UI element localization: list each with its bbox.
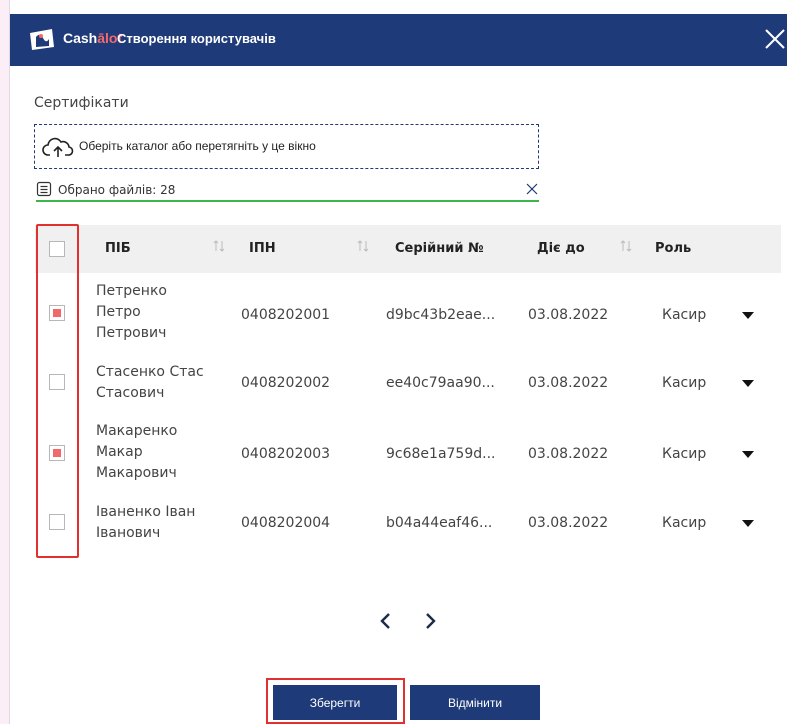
selected-files-bar: Обрано файлів: 28 — [36, 181, 539, 202]
dropzone-text: Оберіть каталог або перетягніть у це вік… — [79, 139, 316, 153]
row-checkbox[interactable] — [49, 374, 65, 390]
row-ipn: 0408202002 — [241, 375, 331, 391]
dialog-title: Створення користувачів — [117, 31, 276, 46]
create-users-dialog: Cashālot Створення користувачів Сертифік… — [9, 0, 787, 724]
column-header-name: ПІБ — [105, 241, 131, 256]
role-dropdown-arrow-icon[interactable] — [742, 520, 754, 527]
row-valid-until: 03.08.2022 — [528, 446, 609, 462]
certificates-dropzone[interactable]: Оберіть каталог або перетягніть у це вік… — [34, 124, 539, 169]
name-line: Петро — [96, 304, 141, 320]
column-header-role: Роль — [655, 241, 692, 256]
clear-files-icon[interactable] — [526, 183, 538, 195]
row-serial: 9c68e1a759d... — [386, 446, 496, 462]
dialog-titlebar: Cashālot Створення користувачів — [10, 14, 787, 66]
name-line: Макаренко — [96, 423, 178, 439]
row-name: Стасенко Стас Стасович — [96, 362, 204, 404]
row-checkbox[interactable] — [49, 305, 65, 321]
previous-page-icon[interactable] — [377, 611, 395, 631]
cloud-upload-icon — [42, 137, 74, 157]
save-button[interactable]: Зберегти — [273, 685, 397, 720]
files-count-text: Обрано файлів: 28 — [58, 183, 176, 197]
name-line: Іванович — [96, 525, 161, 541]
row-serial: ee40c79aa90... — [386, 375, 495, 391]
cashalot-logo-icon — [30, 29, 54, 50]
row-serial: d9bc43b2eae... — [386, 307, 496, 323]
name-line: Стасович — [96, 385, 165, 401]
row-checkbox[interactable] — [49, 514, 65, 530]
row-role[interactable]: Касир — [662, 513, 706, 534]
name-line: Петренко — [96, 283, 167, 299]
sort-name-icon[interactable] — [213, 239, 225, 253]
row-role[interactable]: Касир — [662, 373, 706, 394]
row-ipn: 0408202003 — [241, 446, 331, 462]
column-header-ipn: ІПН — [249, 241, 276, 256]
row-serial: b04a44eaf46... — [386, 515, 493, 531]
brand-name-part1: Cash — [63, 30, 98, 46]
row-role[interactable]: Касир — [662, 444, 706, 465]
cancel-button[interactable]: Відмінити — [410, 685, 540, 720]
row-name: Петренко Петро Петрович — [96, 281, 167, 344]
name-line: Стасенко Стас — [96, 364, 204, 380]
users-table-header: ПІБ ІПН Серійний № Діє до Роль — [35, 225, 781, 273]
row-name: Іваненко Іван Іванович — [96, 502, 195, 544]
sort-ipn-icon[interactable] — [357, 239, 369, 253]
row-valid-until: 03.08.2022 — [528, 515, 609, 531]
sort-valid-until-icon[interactable] — [620, 239, 632, 253]
name-line: Макарович — [96, 465, 177, 481]
row-valid-until: 03.08.2022 — [528, 375, 609, 391]
close-icon[interactable] — [762, 26, 787, 52]
name-line: Іваненко Іван — [96, 504, 196, 520]
brand-name: Cashālot — [63, 30, 122, 46]
name-line: Петрович — [96, 325, 167, 341]
role-dropdown-arrow-icon[interactable] — [742, 451, 754, 458]
checkbox-column-highlight — [36, 224, 79, 558]
document-list-icon — [36, 181, 52, 197]
next-page-icon[interactable] — [421, 611, 439, 631]
role-dropdown-arrow-icon[interactable] — [742, 312, 754, 319]
row-ipn: 0408202001 — [241, 307, 331, 323]
column-header-serial: Серійний № — [395, 241, 484, 256]
row-checkbox[interactable] — [49, 445, 65, 461]
row-ipn: 0408202004 — [241, 515, 331, 531]
row-role[interactable]: Касир — [662, 305, 706, 326]
row-valid-until: 03.08.2022 — [528, 307, 609, 323]
certificates-label: Сертифікати — [34, 95, 129, 111]
column-header-valid-until: Діє до — [537, 241, 585, 256]
name-line: Макар — [96, 444, 143, 460]
role-dropdown-arrow-icon[interactable] — [742, 380, 754, 387]
select-all-checkbox[interactable] — [49, 241, 65, 257]
row-name: Макаренко Макар Макарович — [96, 421, 177, 484]
